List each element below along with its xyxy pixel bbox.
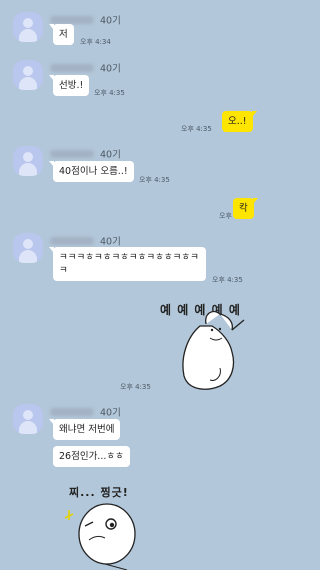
message-bubble[interactable]: 왜냐면 저번에 xyxy=(48,419,121,440)
avatar[interactable] xyxy=(13,146,43,176)
sender-name: 40기 xyxy=(50,401,121,419)
sticker-winking-face-icon xyxy=(64,503,136,570)
sticker-character-icon xyxy=(182,310,245,390)
avatar[interactable] xyxy=(13,60,43,90)
sender-generation: 40기 xyxy=(100,236,121,248)
message-bubble[interactable]: 26점인가...ㅎㅎ xyxy=(53,446,130,467)
sender-generation: 40기 xyxy=(100,407,121,419)
chat-room: 40기 저 오후 4:34 40기 선방.! 오후 4:35 오후 4:35 오… xyxy=(0,0,263,570)
message-time: 오후 4:35 xyxy=(181,125,212,133)
avatar[interactable] xyxy=(13,233,43,263)
sender-name: 40기 xyxy=(50,57,121,75)
blurred-name xyxy=(50,63,94,72)
message-time: 오후 4:35 xyxy=(212,276,243,284)
message-bubble[interactable]: 40점이나 오름..! xyxy=(49,161,134,182)
my-message-bubble[interactable]: 칵 xyxy=(233,198,258,219)
message-time: 오후 4:35 xyxy=(139,176,170,184)
my-message-bubble[interactable]: 오..! xyxy=(222,111,257,132)
sender-generation: 40기 xyxy=(100,149,121,161)
blurred-name xyxy=(50,15,94,24)
blurred-name xyxy=(50,407,94,416)
sender-generation: 40기 xyxy=(100,15,121,27)
sender-name: 40기 xyxy=(50,9,121,27)
sender-name: 40기 xyxy=(50,230,121,248)
message-bubble[interactable]: ㅋㅋㅋㅎㅋㅎㅋㅎㅋㅎㅋㅎㅎㅋㅎㅋㅋ xyxy=(49,247,206,281)
message-bubble[interactable]: 저 xyxy=(49,24,74,45)
message-time: 오후 4:35 xyxy=(120,383,151,391)
message-time: 오후 4:34 xyxy=(80,38,111,46)
sticker-yes[interactable]: 예 예 예 예 예 xyxy=(160,296,260,392)
sender-generation: 40기 xyxy=(100,63,121,75)
blurred-name xyxy=(50,236,94,245)
message-time: 오후 4:35 xyxy=(94,89,125,97)
sender-name: 40기 xyxy=(50,143,121,161)
avatar[interactable] xyxy=(13,404,43,434)
sticker-wink[interactable]: 찌... 찡긋! xyxy=(55,478,145,570)
blurred-name xyxy=(50,149,94,158)
avatar[interactable] xyxy=(13,12,43,42)
message-bubble[interactable]: 선방.! xyxy=(48,75,90,96)
